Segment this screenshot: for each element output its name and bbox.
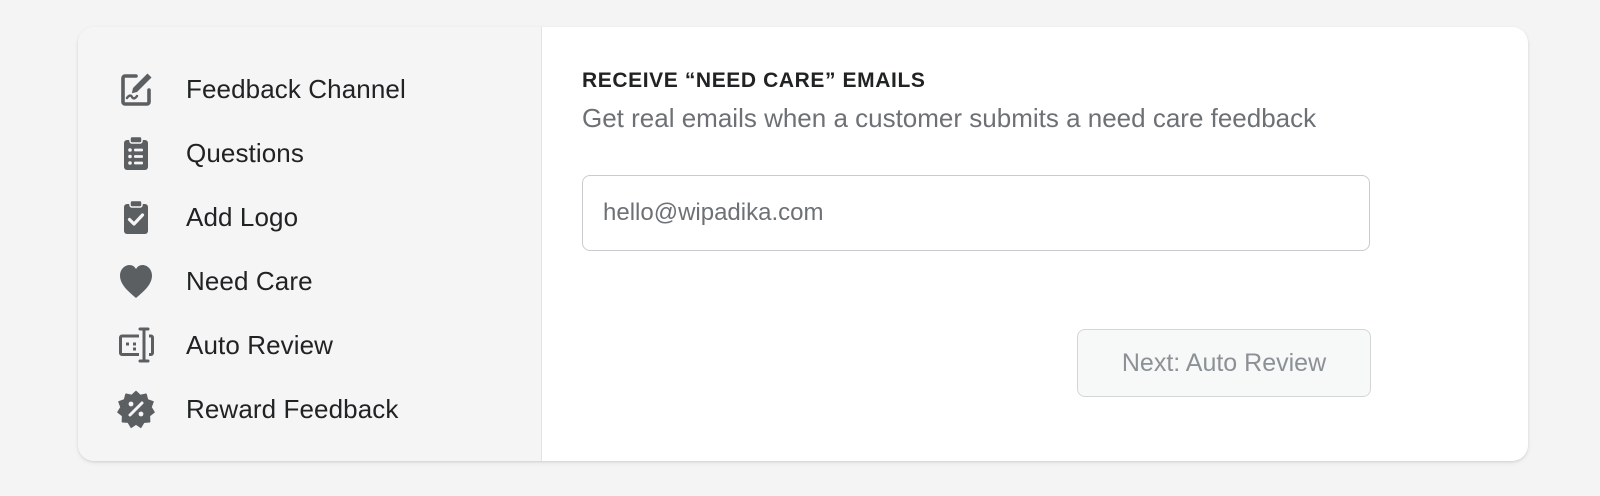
section-description: Get real emails when a customer submits … <box>582 103 1317 133</box>
next-auto-review-button[interactable]: Next: Auto Review <box>1077 329 1371 397</box>
sidebar-nav: Feedback Channel Questions Add Logo Need… <box>78 27 542 461</box>
sidebar-item-need-care[interactable]: Need Care <box>116 249 541 313</box>
sidebar-item-auto-review[interactable]: Auto Review <box>116 313 541 377</box>
sidebar-item-label: Add Logo <box>186 201 299 232</box>
clipboard-list-icon <box>116 133 156 173</box>
settings-card: Feedback Channel Questions Add Logo Need… <box>78 27 1528 461</box>
discount-badge-icon <box>116 389 156 429</box>
need-care-settings-panel: Receive “Need Care” emails Get real emai… <box>542 27 1528 461</box>
sidebar-item-label: Feedback Channel <box>186 73 406 104</box>
section-heading: Receive “Need Care” emails <box>582 69 926 92</box>
clipboard-check-icon <box>116 197 156 237</box>
sidebar-item-label: Auto Review <box>186 329 334 360</box>
sidebar-item-add-logo[interactable]: Add Logo <box>116 185 541 249</box>
text-cursor-icon <box>116 325 156 365</box>
sidebar-item-feedback-channel[interactable]: Feedback Channel <box>116 57 541 121</box>
edit-icon <box>116 69 156 109</box>
sidebar-item-label: Reward Feedback <box>186 393 399 424</box>
sidebar-item-label: Need Care <box>186 265 313 296</box>
sidebar-item-reward-feedback[interactable]: Reward Feedback <box>116 377 541 441</box>
email-input[interactable] <box>582 175 1370 251</box>
sidebar-item-label: Questions <box>186 137 304 168</box>
sidebar-item-questions[interactable]: Questions <box>116 121 541 185</box>
heart-icon <box>116 261 156 301</box>
